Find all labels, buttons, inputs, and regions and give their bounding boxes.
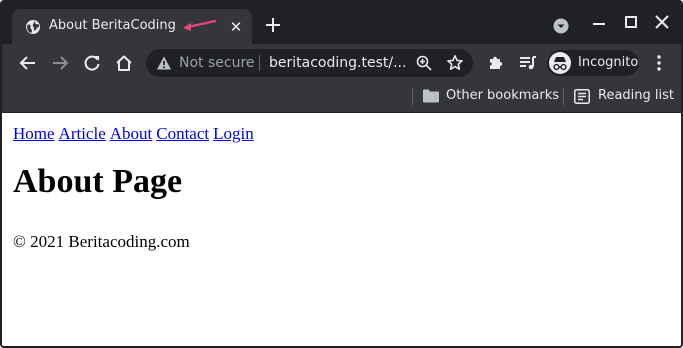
chevron-down-circle-icon[interactable] [553,18,569,34]
home-icon[interactable] [114,53,134,73]
warning-icon[interactable] [156,55,172,71]
globe-icon [26,20,40,34]
profile-label: Incognito [578,55,639,70]
profile-incognito[interactable]: Incognito [547,50,639,76]
nav-link-article[interactable]: Article [59,124,106,143]
plus-icon[interactable] [264,16,282,34]
arrow-right-icon[interactable] [50,53,70,73]
incognito-icon [549,52,571,74]
page-content: Home Article About Contact Login About Page … [2,113,681,346]
omnibox-divider [259,55,260,71]
security-label[interactable]: Not secure [179,55,255,71]
url-text[interactable]: beritacoding.test/... [269,55,406,71]
nav-link-about[interactable]: About [110,124,153,143]
bookmarks-divider [412,88,413,105]
reading-list-button[interactable]: Reading list [573,86,674,108]
address-bar[interactable]: Not secure beritacoding.test/... [146,49,473,77]
reload-icon[interactable] [82,53,102,73]
minimize-icon[interactable] [593,23,605,25]
bookmarks-divider [563,88,564,105]
folder-icon [423,89,439,103]
reading-list-icon [574,89,590,104]
media-queue-icon[interactable] [518,53,538,73]
tab-about[interactable]: About BeritaCoding ✕ [12,9,252,44]
toolbar: Not secure beritacoding.test/... Incogni… [2,44,681,82]
tab-strip: About BeritaCoding ✕ [2,2,681,44]
page-title: About Page [13,163,183,200]
bookmarks-bar: Other bookmarks Reading list [2,82,681,113]
site-nav: Home Article About Contact Login [13,124,258,144]
tab-title: About BeritaCoding [49,18,176,33]
browser-window: About BeritaCoding ✕ Not secure beritaco… [0,0,683,348]
close-icon[interactable]: ✕ [228,19,244,35]
other-bookmarks-button[interactable]: Other bookmarks [422,86,560,108]
star-icon[interactable] [446,54,464,72]
window-close-icon[interactable] [655,15,669,29]
more-vert-icon[interactable] [652,53,666,73]
nav-link-contact[interactable]: Contact [156,124,209,143]
other-bookmarks-label: Other bookmarks [446,88,560,103]
annotation-arrow-icon [183,19,217,31]
reading-list-label: Reading list [598,88,674,103]
zoom-icon[interactable] [416,55,432,71]
puzzle-icon[interactable] [486,53,506,73]
arrow-left-icon[interactable] [18,53,38,73]
nav-link-login[interactable]: Login [213,124,254,143]
footer-copyright: © 2021 Beritacoding.com [13,232,190,251]
nav-link-home[interactable]: Home [13,124,55,143]
maximize-icon[interactable] [625,16,637,28]
